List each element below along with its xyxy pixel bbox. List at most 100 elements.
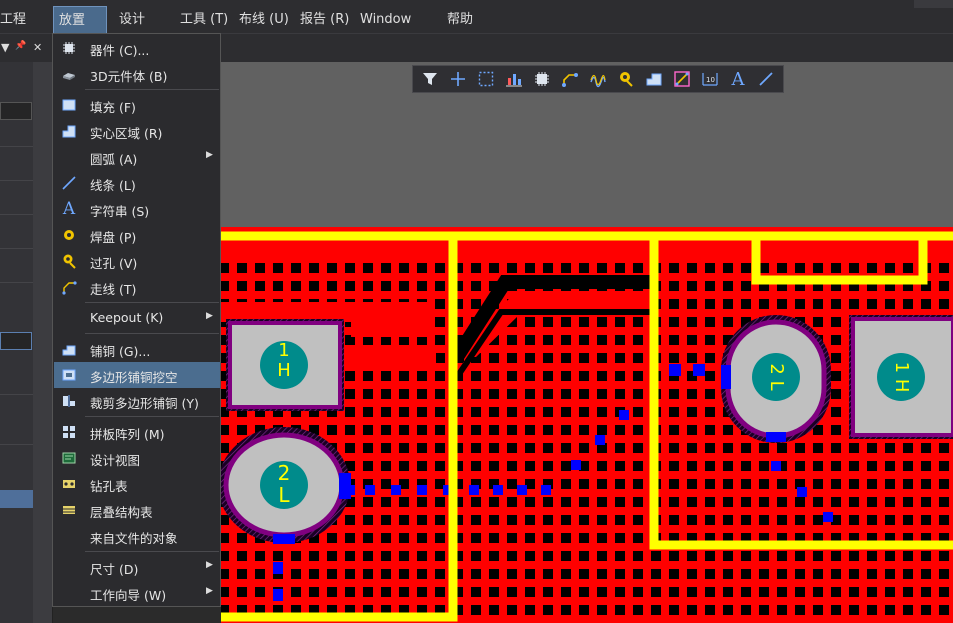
menu-item-drill-table[interactable]: 钻孔表: [54, 471, 220, 497]
string-icon: A: [62, 199, 76, 219]
pcb-canvas[interactable]: 1 H 2 L 2 L 1 H: [221, 227, 953, 623]
menu-item-label: 过孔 (V): [90, 256, 138, 271]
menu-item-3d-body[interactable]: 3D元件体 (B): [54, 61, 220, 87]
pcb-drawing: [221, 227, 953, 623]
panel-divider: [0, 180, 33, 181]
pad-number: 2: [277, 461, 291, 485]
submenu-arrow-icon: ▶: [206, 586, 213, 596]
pad-icon: [60, 226, 78, 244]
panel-divider: [0, 146, 33, 147]
select-rect-icon[interactable]: [475, 68, 497, 90]
menu-item-label: 填充 (F): [90, 100, 136, 115]
menu-place[interactable]: 放置 (P): [53, 6, 107, 56]
crosshair-icon[interactable]: [447, 68, 469, 90]
window-controls[interactable]: [914, 0, 953, 8]
pin-icon[interactable]: 📌: [15, 41, 26, 51]
design-view-icon: [60, 449, 78, 467]
diff-pair-icon[interactable]: [587, 68, 609, 90]
pad-designator: 1 H: [887, 354, 915, 400]
menu-item-label: 钻孔表: [90, 479, 128, 494]
menu-item-object-from-file[interactable]: 来自文件的对象: [54, 523, 220, 549]
menu-item-solid-region[interactable]: 实心区域 (R): [54, 118, 220, 144]
menu-item-label: 工作向导 (W): [90, 588, 167, 603]
menu-item-dimension[interactable]: 尺寸 (D) ▶: [54, 554, 220, 580]
menu-item-via[interactable]: 过孔 (V): [54, 248, 220, 274]
panel-dropdown-icon[interactable]: ▼: [1, 41, 9, 54]
panel-divider: [0, 248, 33, 249]
pad-designator: 2 L: [762, 354, 790, 400]
menu-item-track[interactable]: 走线 (T): [54, 274, 220, 300]
align-icon[interactable]: [503, 68, 525, 90]
panel-field[interactable]: [0, 332, 32, 350]
pad-number: 2: [766, 363, 787, 375]
menu-item-layer-stack-table[interactable]: 层叠结构表: [54, 497, 220, 523]
string-icon[interactable]: A: [727, 68, 749, 90]
3d-body-icon: [60, 65, 78, 83]
pad-number: 1: [891, 361, 912, 374]
projects-panel: ▼ 📌 ✕: [0, 34, 53, 623]
menu-item-string[interactable]: A 字符串 (S): [54, 196, 220, 222]
menu-item-label: 来自文件的对象: [90, 531, 178, 546]
slice-polygon-icon: [60, 392, 78, 410]
close-icon[interactable]: ✕: [33, 41, 42, 54]
submenu-arrow-icon: ▶: [206, 560, 213, 570]
polygon-pour-icon[interactable]: [643, 68, 665, 90]
menu-item-label: 圆弧 (A): [90, 152, 138, 167]
menu-item-line[interactable]: 线条 (L): [54, 170, 220, 196]
menu-item-label: 多边形铺铜挖空: [90, 370, 178, 385]
track-icon: [60, 278, 78, 296]
pad-number: 1: [278, 340, 290, 361]
menu-item-label: 层叠结构表: [90, 505, 153, 520]
route-icon[interactable]: [559, 68, 581, 90]
pad-net: L: [278, 483, 290, 507]
panel-divider: [0, 282, 33, 283]
panel-divider: [0, 394, 33, 395]
pad-net: H: [891, 378, 912, 393]
component-icon[interactable]: [531, 68, 553, 90]
menu-item-label: 走线 (T): [90, 282, 137, 297]
drill-table-icon: [60, 475, 78, 493]
line-icon[interactable]: [755, 68, 777, 90]
menu-separator: [85, 333, 219, 334]
menu-item-label: 裁剪多边形铺铜 (Y): [90, 396, 199, 411]
menu-item-label: 实心区域 (R): [90, 126, 163, 141]
solid-region-icon: [60, 122, 78, 140]
panel-divider: [0, 444, 33, 445]
panel-array-icon: [60, 423, 78, 441]
via-icon[interactable]: [615, 68, 637, 90]
menu-item-polygon-cutout[interactable]: 多边形铺铜挖空: [54, 362, 220, 388]
component-icon: [60, 39, 78, 57]
menu-item-label: 器件 (C)...: [90, 43, 150, 58]
keepout-icon[interactable]: [671, 68, 693, 90]
panel-divider: [0, 214, 33, 215]
submenu-arrow-icon: ▶: [206, 311, 213, 321]
place-menu-dropdown: 器件 (C)... 3D元件体 (B) 填充 (F) 实心区域 (R) 圆弧 (…: [52, 33, 221, 607]
panel-header: ▼ 📌 ✕: [0, 34, 52, 62]
menu-item-polygon-pour[interactable]: 铺铜 (G)...: [54, 336, 220, 362]
menu-bar: 工程 (C) 放置 (P) 设计 (D) 工具 (T) 布线 (U) 报告 (R…: [0, 0, 953, 67]
fill-icon: [60, 96, 78, 114]
menu-item-label: 拼板阵列 (M): [90, 427, 165, 442]
menu-item-slice-polygon[interactable]: 裁剪多边形铺铜 (Y): [54, 388, 220, 414]
menu-item-label: 字符串 (S): [90, 204, 150, 219]
panel-selected-row[interactable]: [0, 490, 33, 508]
menu-item-fill[interactable]: 填充 (F): [54, 92, 220, 118]
pad-net: L: [766, 380, 787, 391]
menu-item-work-guide[interactable]: 工作向导 (W) ▶: [54, 580, 220, 606]
dimension-icon[interactable]: 10: [699, 68, 721, 90]
menu-separator: [85, 551, 219, 552]
menu-item-arc[interactable]: 圆弧 (A) ▶: [54, 144, 220, 170]
pad-designator: 2 L: [272, 462, 296, 506]
menu-item-design-view[interactable]: 设计视图: [54, 445, 220, 471]
filter-icon[interactable]: [419, 68, 441, 90]
menu-item-pad[interactable]: 焊盘 (P): [54, 222, 220, 248]
menu-item-keepout[interactable]: Keepout (K) ▶: [54, 305, 220, 331]
menu-item-panel-array[interactable]: 拼板阵列 (M): [54, 419, 220, 445]
panel-scrollbar[interactable]: [33, 62, 52, 623]
active-bar-toolbar: 10 A: [412, 65, 784, 93]
menu-item-component[interactable]: 器件 (C)...: [54, 35, 220, 61]
polygon-pour-icon: [60, 340, 78, 358]
panel-search-field[interactable]: [0, 102, 32, 120]
menu-item-label: Keepout (K): [90, 310, 164, 325]
svg-text:10: 10: [706, 76, 715, 84]
